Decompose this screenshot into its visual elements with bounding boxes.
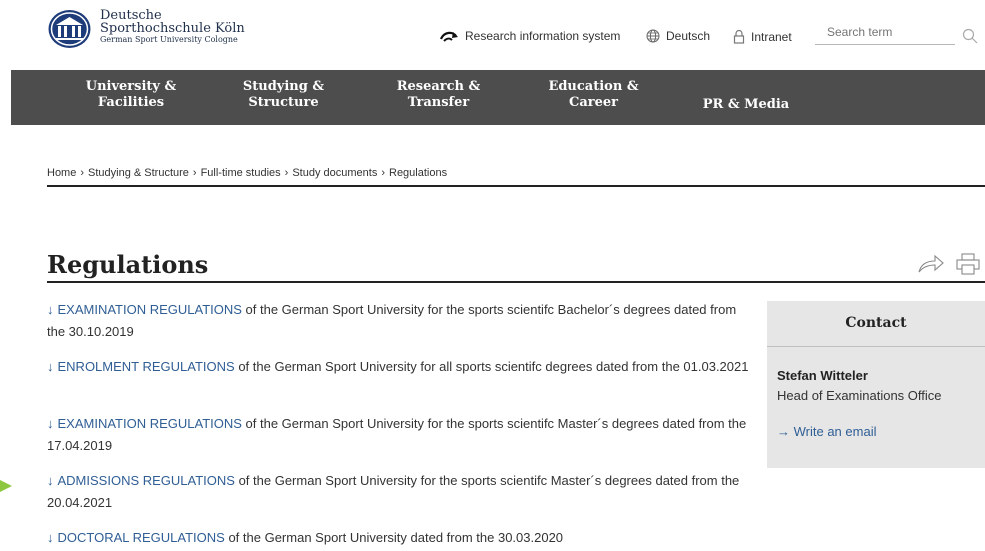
contact-heading: Contact bbox=[767, 301, 985, 347]
write-email-label: Write an email bbox=[793, 424, 877, 439]
contact-name: Stefan Witteler bbox=[777, 368, 868, 383]
nav-studying-structure[interactable]: Studying & Structure bbox=[236, 79, 331, 111]
search-input[interactable] bbox=[815, 22, 947, 39]
page-title: Regulations bbox=[47, 250, 209, 279]
nav-label-line1: University & bbox=[85, 79, 177, 94]
breadcrumb-separator: › bbox=[192, 167, 197, 179]
university-logo[interactable] bbox=[47, 9, 92, 49]
nav-label-line2: Facilities bbox=[97, 95, 165, 110]
regulation-item: ↓ ADMISSIONS REGULATIONS of the German Sp… bbox=[47, 470, 757, 514]
download-arrow-icon: ↓ bbox=[47, 416, 54, 431]
breadcrumb-home[interactable]: Home bbox=[47, 167, 76, 179]
regulation-link[interactable]: DOCTORAL REGULATIONS bbox=[58, 530, 225, 545]
nav-label-line1: PR & Media bbox=[702, 97, 790, 112]
nav-pr-media[interactable]: PR & Media bbox=[696, 97, 796, 113]
research-info-label: Research information system bbox=[465, 29, 621, 43]
download-arrow-icon: ↓ bbox=[47, 359, 54, 374]
contact-box: Contact Stefan Witteler Head of Examinat… bbox=[767, 301, 985, 468]
brand-line-3: German Sport University Cologne bbox=[100, 35, 238, 44]
breadcrumb: Home › Studying & Structure › Full-time stud… bbox=[47, 167, 447, 179]
regulation-description: of the German Sport University for all s… bbox=[234, 359, 749, 374]
main-navigation: University & Facilities Studying & Struc… bbox=[11, 70, 985, 125]
brand-line-2: Sporthochschule Köln bbox=[100, 21, 245, 36]
intranet-label: Intranet bbox=[751, 29, 792, 44]
globe-icon bbox=[646, 29, 660, 43]
print-icon[interactable] bbox=[956, 253, 980, 275]
breadcrumb-separator: › bbox=[381, 167, 385, 179]
download-arrow-icon: ↓ bbox=[47, 530, 54, 545]
research-info-link[interactable]: Research information system bbox=[440, 29, 620, 43]
nav-education-career[interactable]: Education & Career bbox=[541, 79, 646, 111]
nav-label-line1: Research & bbox=[396, 79, 481, 94]
download-arrow-icon: ↓ bbox=[47, 473, 54, 488]
nav-label-line2: Structure bbox=[248, 95, 319, 110]
share-icon[interactable] bbox=[918, 255, 944, 273]
write-email-link[interactable]: → Write an email bbox=[777, 424, 876, 439]
regulation-item: ↓ EXAMINATION REGULATIONS of the German S… bbox=[47, 413, 757, 457]
regulation-link[interactable]: ENROLMENT REGULATIONS bbox=[58, 359, 235, 374]
brand-name[interactable]: Deutsche Sporthochschule Köln German Spo… bbox=[100, 9, 245, 44]
download-arrow-icon: ↓ bbox=[47, 302, 54, 317]
intranet-link[interactable]: Intranet bbox=[733, 29, 792, 44]
lock-icon bbox=[733, 29, 745, 44]
language-label: Deutsch bbox=[666, 29, 711, 43]
research-icon bbox=[440, 31, 458, 42]
breadcrumb-full-time-studies[interactable]: Full-time studies bbox=[201, 167, 281, 179]
regulation-item: ↓ DOCTORAL REGULATIONS of the German Spor… bbox=[47, 527, 757, 549]
regulation-item: ↓ EXAMINATION REGULATIONS of the German S… bbox=[47, 299, 757, 343]
nav-label-line1: Studying & bbox=[242, 79, 325, 94]
breadcrumb-divider bbox=[47, 185, 985, 187]
regulation-link[interactable]: ADMISSIONS REGULATIONS bbox=[58, 473, 235, 488]
arrow-right-icon: → bbox=[777, 424, 790, 439]
regulation-item: ↓ ENROLMENT REGULATIONS of the German Spo… bbox=[47, 356, 757, 378]
title-divider bbox=[47, 281, 985, 283]
language-link[interactable]: Deutsch bbox=[646, 29, 710, 43]
contact-role: Head of Examinations Office bbox=[777, 388, 942, 403]
nav-university-facilities[interactable]: University & Facilities bbox=[81, 79, 181, 111]
breadcrumb-studying-structure[interactable]: Studying & Structure bbox=[88, 167, 189, 179]
nav-label-line1: Education & bbox=[548, 79, 639, 94]
nav-label-line2: Career bbox=[568, 95, 618, 110]
search-box bbox=[815, 22, 955, 45]
breadcrumb-separator: › bbox=[80, 167, 85, 179]
nav-research-transfer[interactable]: Research & Transfer bbox=[391, 79, 486, 111]
regulation-description: of the German Sport University dated fro… bbox=[224, 530, 564, 545]
breadcrumb-study-documents[interactable]: Study documents bbox=[292, 167, 377, 179]
breadcrumb-separator: › bbox=[284, 167, 289, 179]
nav-label-line2: Transfer bbox=[407, 95, 470, 110]
regulation-link[interactable]: EXAMINATION REGULATIONS bbox=[58, 416, 242, 431]
annotation-pointer-arrow bbox=[0, 480, 12, 492]
breadcrumb-regulations: Regulations bbox=[389, 167, 448, 179]
regulation-link[interactable]: EXAMINATION REGULATIONS bbox=[58, 302, 242, 317]
search-icon[interactable] bbox=[962, 28, 978, 44]
